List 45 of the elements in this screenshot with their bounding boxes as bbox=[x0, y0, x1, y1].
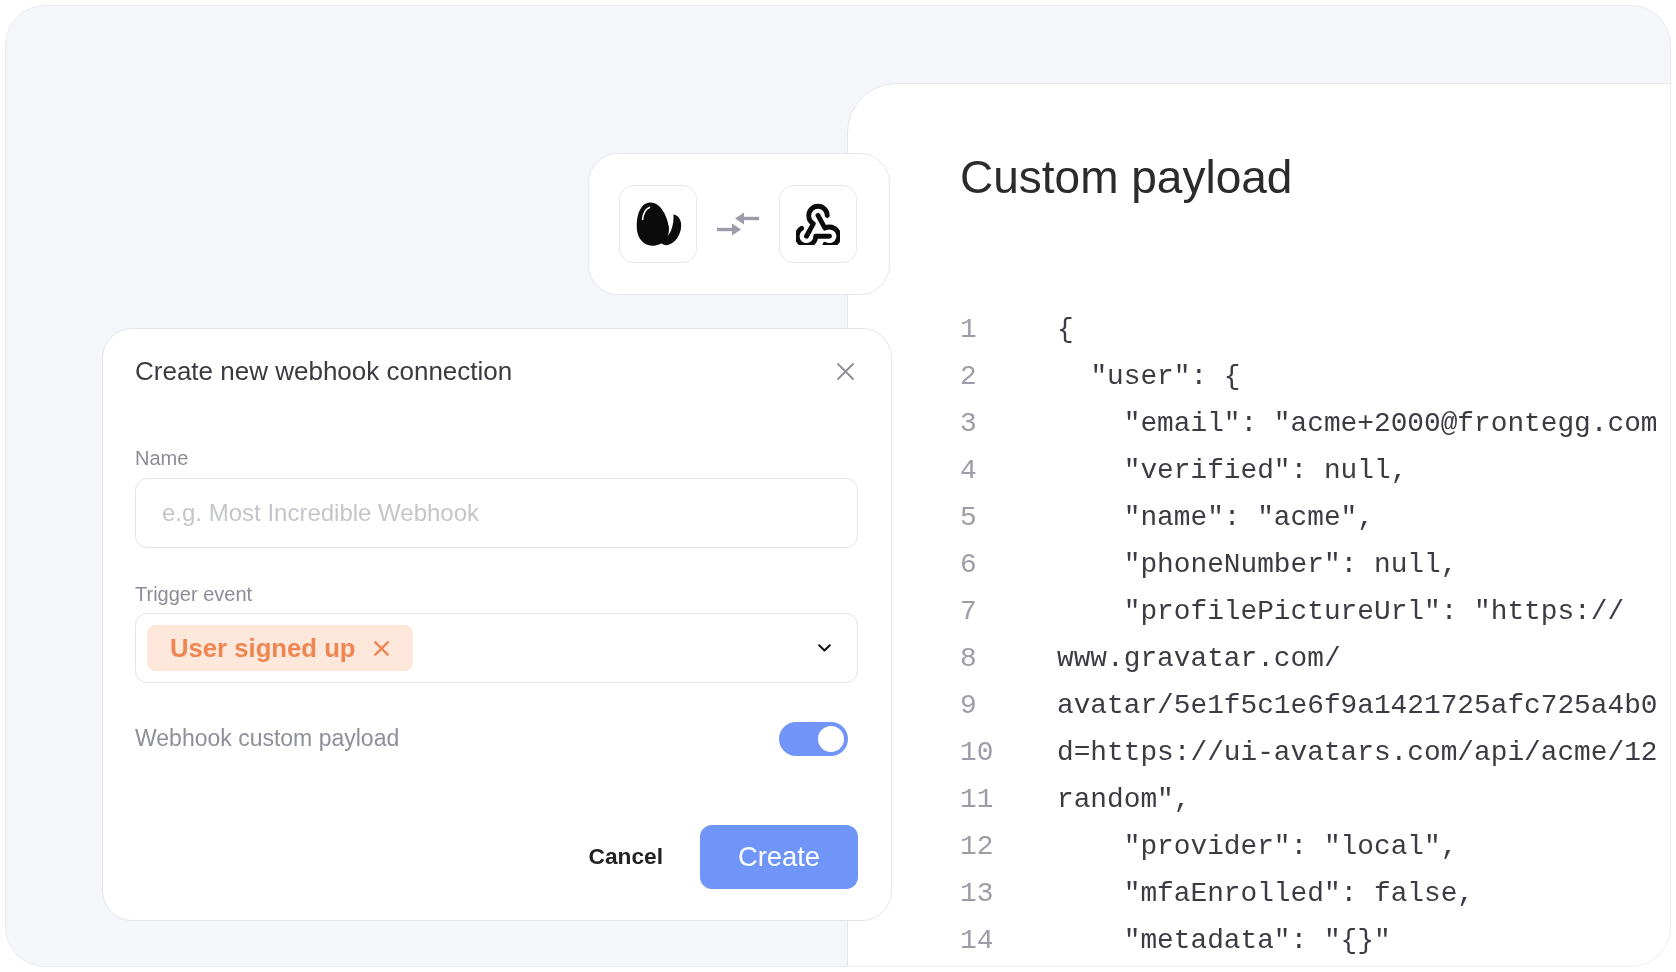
line-number: 5 bbox=[960, 501, 978, 533]
line-number: 6 bbox=[960, 548, 978, 580]
code-line: "mfaEnrolled": false, bbox=[1123, 877, 1475, 909]
code-line: avatar/5e1f5c1e6f9a1421725afc725a4b0 bbox=[1057, 689, 1658, 721]
line-number: 8 bbox=[960, 642, 978, 674]
code-line: d=https://ui-avatars.com/api/acme/12 bbox=[1057, 736, 1658, 768]
line-number: 4 bbox=[960, 454, 978, 486]
code-line: "provider": "local", bbox=[1123, 830, 1458, 862]
webhook-icon bbox=[779, 185, 857, 263]
toggle-switch[interactable] bbox=[779, 721, 848, 756]
tag-label: User signed up bbox=[170, 633, 356, 663]
chevron-down-icon[interactable] bbox=[818, 644, 831, 652]
code-line: "phoneNumber": null, bbox=[1123, 548, 1458, 580]
line-number: 10 bbox=[960, 736, 995, 768]
code-line: www.gravatar.com/ bbox=[1057, 642, 1341, 674]
field-label: Name bbox=[135, 446, 190, 470]
toggle-label: Webhook custom payload bbox=[135, 725, 400, 752]
code-line: "user": { bbox=[1090, 360, 1241, 392]
converging-arrows-icon bbox=[716, 210, 760, 238]
line-number: 7 bbox=[960, 595, 978, 627]
cancel-button[interactable]: Cancel bbox=[576, 835, 675, 878]
code-line: "profilePictureUrl": "https:// bbox=[1123, 595, 1625, 627]
line-number: 11 bbox=[960, 783, 995, 815]
code-line: "name": "acme", bbox=[1123, 501, 1374, 533]
line-number: 2 bbox=[960, 360, 978, 392]
code-line: random", bbox=[1057, 783, 1191, 815]
trigger-select[interactable]: User signed up bbox=[135, 613, 858, 683]
name-input[interactable]: e.g. Most Incredible Webhook bbox=[135, 477, 858, 548]
create-button[interactable]: Create bbox=[700, 824, 858, 889]
panel-title: Custom payload bbox=[960, 150, 1294, 204]
line-number: 9 bbox=[960, 689, 978, 721]
remove-tag-icon[interactable] bbox=[373, 640, 389, 656]
egg-logo-icon bbox=[619, 185, 697, 263]
code-line: "verified": null, bbox=[1123, 454, 1408, 486]
line-number: 3 bbox=[960, 407, 978, 439]
code-line: "email": "acme+2000@frontegg.com bbox=[1123, 407, 1658, 439]
line-number: 1 bbox=[960, 313, 978, 345]
code-line: "metadata": "{}" bbox=[1123, 924, 1391, 956]
close-icon[interactable] bbox=[837, 362, 854, 380]
field-label: Trigger event bbox=[135, 581, 254, 606]
line-number: 14 bbox=[960, 924, 995, 956]
code-line: { bbox=[1057, 313, 1074, 345]
line-number: 13 bbox=[960, 877, 995, 909]
line-number: 12 bbox=[960, 830, 995, 862]
dialog-title: Create new webhook connection bbox=[135, 356, 513, 386]
